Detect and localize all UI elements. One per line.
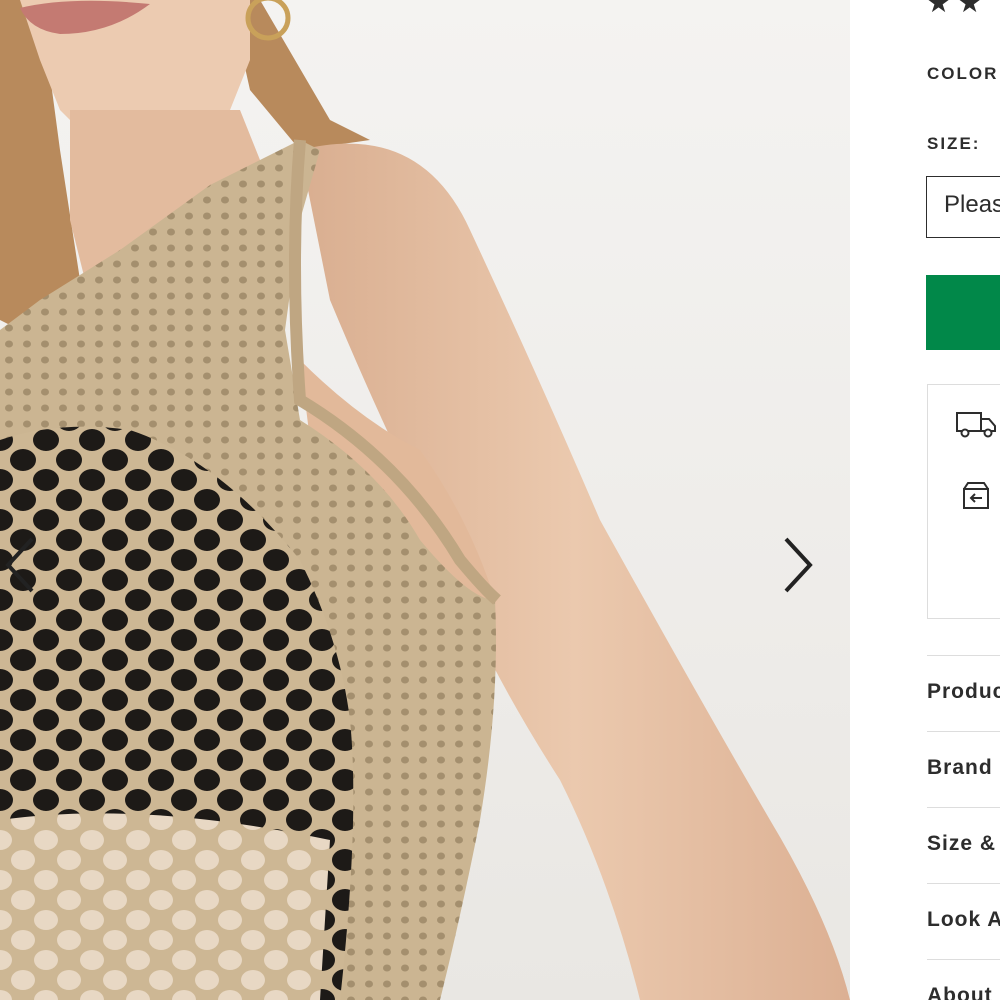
returns-icon [963, 482, 989, 509]
product-info-panel: ★★ COLOR SIZE: Please select Product Det… [850, 0, 1000, 1000]
accordion-label: Brand [927, 756, 993, 779]
size-select[interactable]: Please select [926, 176, 1000, 238]
delivery-info-box [927, 384, 1000, 619]
add-to-bag-button[interactable] [926, 275, 1000, 350]
product-image [0, 0, 850, 1000]
truck-icon [956, 412, 996, 438]
accordion-label: Look After Me [927, 908, 1000, 931]
accordion-look-after-me[interactable]: Look After Me [927, 883, 1000, 959]
chevron-right-icon [784, 537, 813, 593]
previous-image-button[interactable] [2, 535, 42, 599]
accordion-brand[interactable]: Brand [927, 731, 1000, 807]
accordion-label: Product Details [927, 680, 1000, 703]
accordion-label: Size & Fit [927, 832, 1000, 855]
accordion-about-me[interactable]: About Me [927, 959, 1000, 1000]
product-image-gallery [0, 0, 850, 1000]
accordion-size-fit[interactable]: Size & Fit [927, 807, 1000, 883]
size-label: SIZE: [927, 134, 981, 153]
chevron-left-icon [5, 537, 34, 593]
size-select-value: Please select [944, 191, 1000, 218]
rating-stars[interactable]: ★★ [926, 0, 988, 19]
accordion-label: About Me [927, 984, 1000, 1000]
accordion-product-details[interactable]: Product Details [927, 655, 1000, 731]
product-accordion: Product Details Brand Size & Fit Look Af… [927, 655, 1000, 1000]
colour-label: COLOR [927, 64, 999, 83]
next-image-button[interactable] [780, 535, 820, 599]
